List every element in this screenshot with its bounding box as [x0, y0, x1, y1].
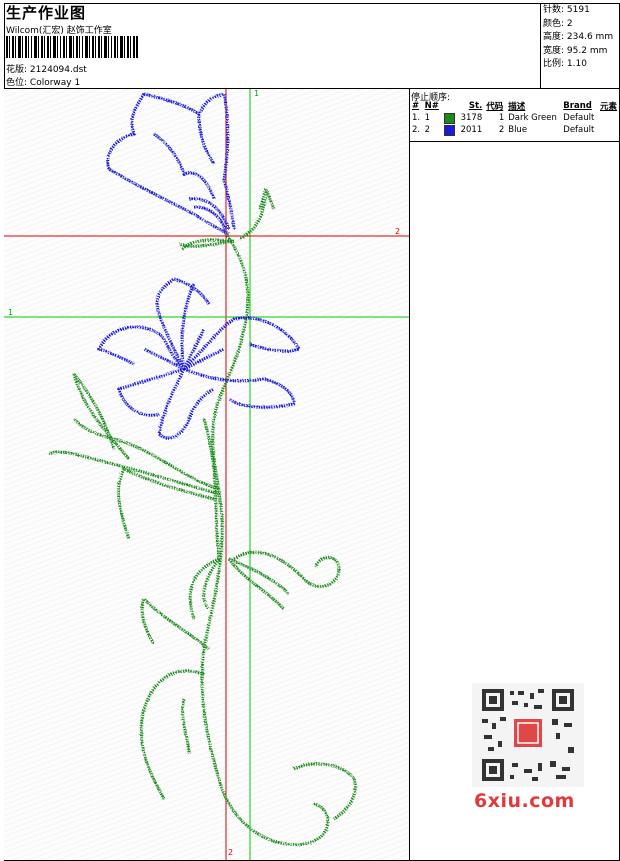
design-file-label: 花版:	[6, 65, 28, 75]
col-code: 代码	[486, 102, 504, 112]
stop-divider	[409, 141, 620, 142]
stat-scale: 比例: 1.10	[543, 59, 587, 69]
company-name: Wilcom(汇宏) 赵饰工作室	[6, 26, 112, 36]
watermark: 6xiu.com	[474, 790, 575, 812]
colorway: Colorway 1	[29, 78, 81, 88]
stat-width: 宽度: 95.2 mm	[543, 45, 608, 56]
axis-label-green-left: 1	[8, 308, 14, 317]
stats-block: 针数: 5191 颜色: 2 高度: 234.6 mm 宽度: 95.2 mm …	[543, 4, 613, 72]
color-swatch	[443, 112, 455, 124]
green-embroidery	[48, 188, 357, 847]
col-element: 元素	[599, 102, 617, 112]
colorway-line: 色位: Colorway 1	[6, 75, 80, 88]
barcode	[6, 36, 138, 58]
embroidery-design	[4, 89, 409, 860]
design-file: 2124094.dst	[29, 65, 87, 75]
stat-stitches: 针数: 5191	[543, 5, 590, 15]
axis-label-green-top: 1	[254, 89, 260, 98]
blue-embroidery	[96, 92, 302, 440]
qr-code	[472, 683, 584, 787]
colorway-label: 色位:	[6, 78, 28, 88]
page-title: 生产作业图	[6, 4, 87, 22]
col-n: N#	[424, 101, 439, 111]
axis-label-red-right: 2	[395, 227, 401, 236]
axis-label-red-bottom: 2	[228, 848, 234, 857]
table-row: 1. 1 3178 1 Dark Green Default	[412, 112, 595, 124]
stat-colors: 颜色: 2	[543, 18, 573, 29]
color-swatch	[443, 124, 455, 136]
stop-header-row: # N# St. 代码 描述 Brand 元素	[410, 100, 620, 112]
col-num: #	[412, 101, 420, 111]
stop-sequence-table: # N# St. 代码 描述 Brand 元素 1. 1 3178 1 Dark…	[410, 100, 620, 136]
col-stitches: St.	[468, 101, 483, 111]
stat-height: 高度: 234.6 mm	[543, 32, 614, 42]
col-swatch	[442, 100, 458, 112]
table-row: 2. 2 2011 2 Blue Default	[412, 124, 595, 136]
design-file-line: 花版: 2124094.dst	[6, 62, 87, 75]
design-canvas: 1 1 2 2	[4, 89, 409, 860]
col-brand: Brand	[563, 101, 592, 111]
col-desc: 描述	[508, 102, 526, 112]
